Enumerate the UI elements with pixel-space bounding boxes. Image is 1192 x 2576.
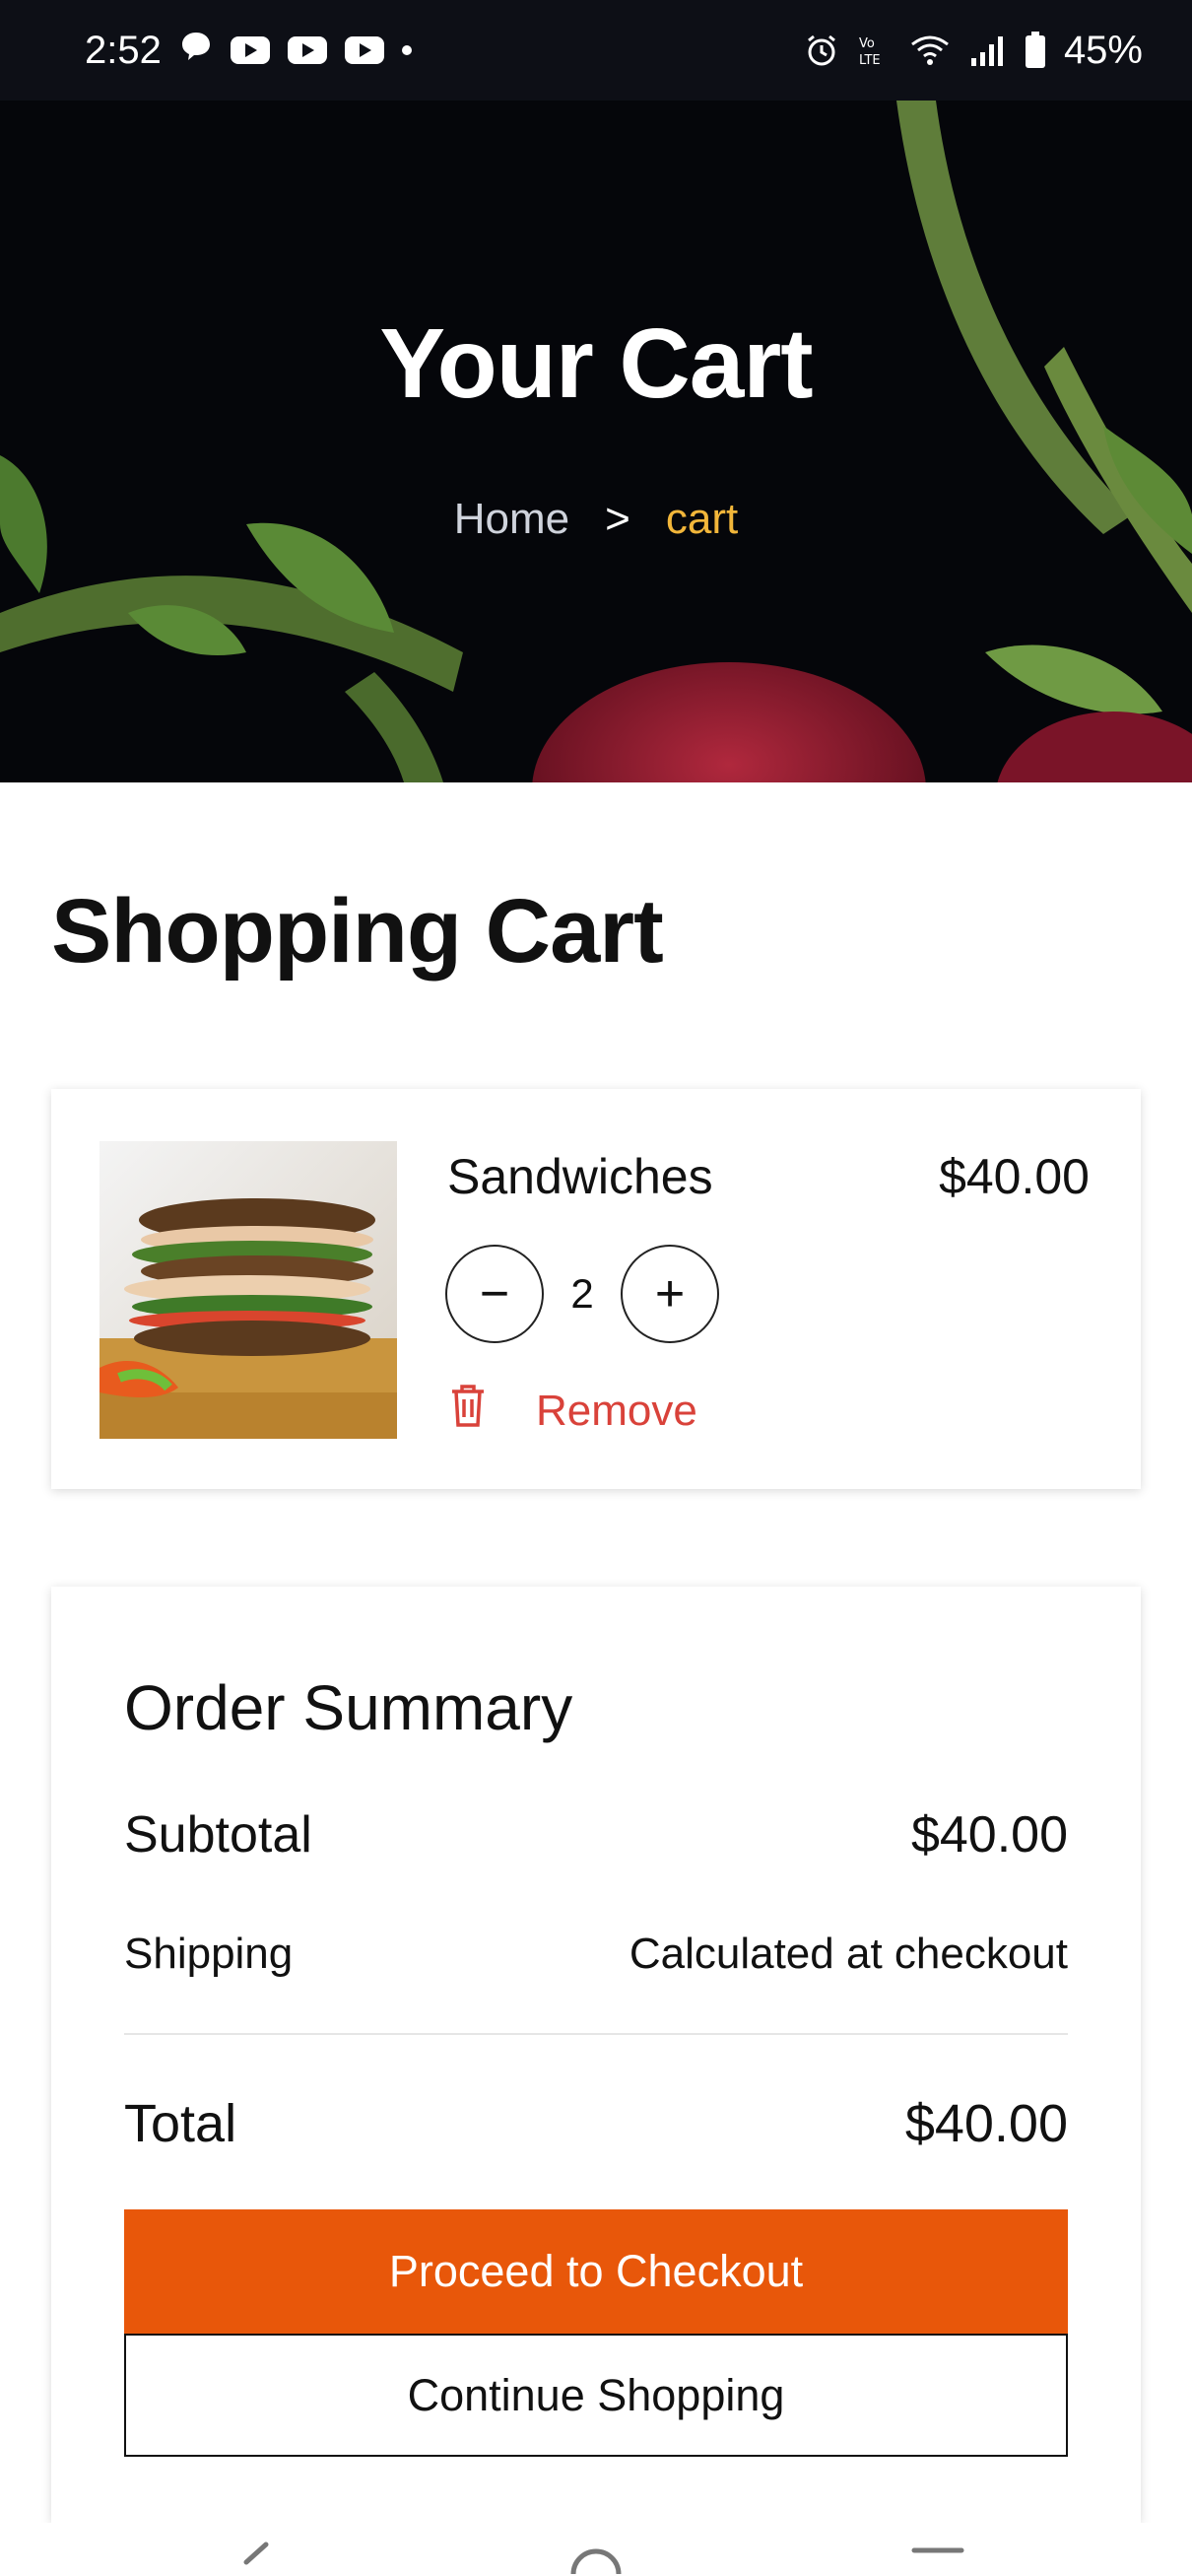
- quantity-stepper: − 2 +: [445, 1245, 719, 1343]
- sandwich-image: [99, 1141, 397, 1439]
- back-nav-icon[interactable]: [232, 2541, 272, 2576]
- dot-icon: [401, 45, 412, 55]
- total-row: Total $40.00: [124, 2093, 1068, 2154]
- youtube-icon: [287, 36, 327, 64]
- alarm-icon: [804, 33, 839, 68]
- item-name: Sandwiches: [447, 1149, 713, 1204]
- shipping-row: Shipping Calculated at checkout: [124, 1930, 1068, 1979]
- increment-button[interactable]: +: [621, 1245, 719, 1343]
- youtube-icon: [344, 36, 384, 64]
- remove-label: Remove: [536, 1386, 697, 1435]
- svg-text:Vo: Vo: [859, 36, 875, 51]
- page-title: Shopping Cart: [51, 881, 664, 982]
- quantity-value: 2: [570, 1270, 594, 1317]
- signal-icon: [967, 33, 1007, 68]
- status-bar: 2:52 Vo LTE 45%: [0, 0, 1192, 101]
- breadcrumb: Home > cart: [0, 495, 1192, 544]
- continue-shopping-button[interactable]: Continue Shopping: [124, 2334, 1068, 2457]
- subtotal-row: Subtotal $40.00: [124, 1805, 1068, 1864]
- order-summary-title: Order Summary: [124, 1672, 573, 1743]
- wifi-icon: [910, 33, 950, 68]
- total-label: Total: [124, 2094, 237, 2153]
- hero-banner: Your Cart Home > cart: [0, 101, 1192, 782]
- volte-icon: Vo LTE: [857, 33, 893, 68]
- shipping-label: Shipping: [124, 1930, 294, 1978]
- system-nav-bar: [0, 2523, 1192, 2576]
- hero-title: Your Cart: [379, 308, 813, 419]
- status-right: Vo LTE 45%: [804, 29, 1143, 73]
- battery-icon: [1025, 32, 1046, 69]
- youtube-icon: [230, 36, 270, 64]
- breadcrumb-separator: >: [605, 495, 630, 543]
- battery-level: 45%: [1063, 28, 1143, 72]
- hero-background-image: [0, 101, 1192, 782]
- breadcrumb-home-link[interactable]: Home: [454, 495, 569, 543]
- status-left: 2:52: [85, 29, 412, 73]
- remove-button[interactable]: Remove: [449, 1383, 697, 1439]
- plus-icon: +: [654, 1265, 686, 1322]
- svg-text:LTE: LTE: [859, 53, 881, 68]
- proceed-to-checkout-button[interactable]: Proceed to Checkout: [124, 2209, 1068, 2334]
- summary-divider: [124, 2033, 1068, 2035]
- order-summary-card: Order Summary Subtotal $40.00 Shipping C…: [51, 1587, 1141, 2523]
- recents-nav-icon[interactable]: [910, 2541, 965, 2576]
- trash-icon: [449, 1383, 487, 1439]
- cart-item-card: Sandwiches $40.00 − 2 + Remove: [51, 1089, 1141, 1489]
- subtotal-label: Subtotal: [124, 1806, 312, 1864]
- home-nav-icon[interactable]: [569, 2541, 623, 2576]
- total-value: $40.00: [904, 2094, 1068, 2153]
- decrement-button[interactable]: −: [445, 1245, 544, 1343]
- subtotal-value: $40.00: [910, 1806, 1068, 1864]
- chat-icon: [179, 29, 213, 73]
- shipping-value: Calculated at checkout: [629, 1930, 1068, 1978]
- item-price: $40.00: [939, 1149, 1090, 1204]
- status-time: 2:52: [85, 28, 162, 72]
- minus-icon: −: [479, 1265, 510, 1322]
- breadcrumb-current: cart: [665, 495, 739, 543]
